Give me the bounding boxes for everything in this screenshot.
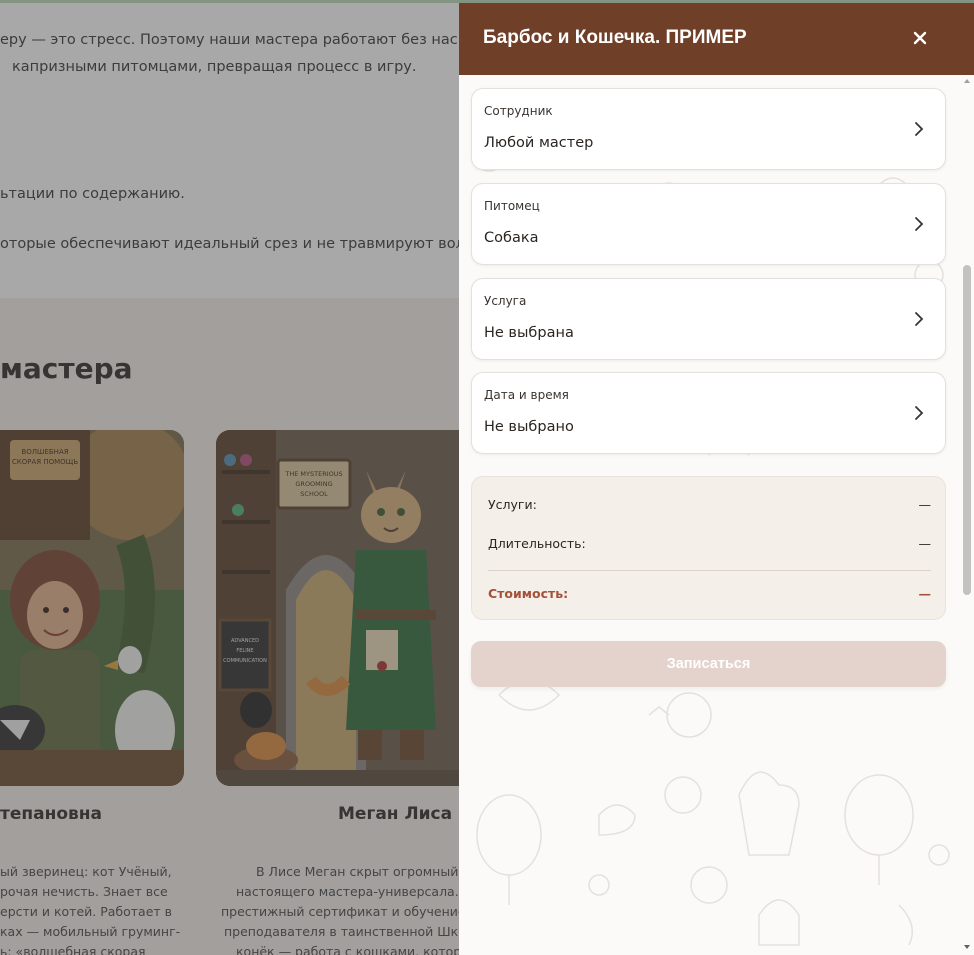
- field-label: Сотрудник: [484, 104, 553, 118]
- close-icon: [913, 31, 927, 45]
- field-label: Дата и время: [484, 388, 569, 402]
- summary-label: Длительность:: [488, 536, 586, 551]
- chevron-right-icon: [915, 406, 924, 420]
- summary-cost-row: Стоимость: —: [488, 586, 931, 606]
- pet-select-field[interactable]: Питомец Собака: [471, 183, 946, 265]
- summary-divider: [488, 570, 931, 571]
- summary-services-row: Услуги: —: [488, 497, 931, 517]
- field-value: Не выбрана: [484, 325, 574, 341]
- field-value: Любой мастер: [484, 135, 594, 151]
- chevron-right-icon: [915, 122, 924, 136]
- drawer-title: Барбос и Кошечка. ПРИМЕР: [483, 27, 747, 48]
- service-select-field[interactable]: Услуга Не выбрана: [471, 278, 946, 360]
- summary-label: Стоимость:: [488, 586, 569, 601]
- field-value: Собака: [484, 230, 539, 246]
- drawer-header: Барбос и Кошечка. ПРИМЕР: [459, 3, 974, 75]
- summary-value: —: [918, 536, 932, 551]
- chevron-right-icon: [915, 217, 924, 231]
- field-label: Питомец: [484, 199, 540, 213]
- submit-booking-button[interactable]: Записаться: [471, 641, 946, 687]
- summary-value: —: [918, 497, 932, 512]
- chevron-right-icon: [915, 312, 924, 326]
- field-label: Услуга: [484, 294, 527, 308]
- booking-drawer: Барбос и Кошечка. ПРИМЕР Сотрудник Любой…: [459, 3, 974, 955]
- datetime-select-field[interactable]: Дата и время Не выбрано: [471, 372, 946, 454]
- summary-label: Услуги:: [488, 497, 537, 512]
- scrollbar-thumb[interactable]: [963, 265, 971, 595]
- scroll-up-icon[interactable]: [963, 77, 971, 85]
- booking-summary: Услуги: — Длительность: — Стоимость: —: [471, 476, 946, 620]
- field-value: Не выбрано: [484, 419, 574, 435]
- staff-select-field[interactable]: Сотрудник Любой мастер: [471, 88, 946, 170]
- drawer-scrollbar[interactable]: [960, 75, 974, 955]
- scroll-down-icon[interactable]: [963, 943, 971, 951]
- summary-duration-row: Длительность: —: [488, 536, 931, 556]
- close-button[interactable]: [907, 25, 933, 51]
- summary-value: —: [918, 586, 932, 601]
